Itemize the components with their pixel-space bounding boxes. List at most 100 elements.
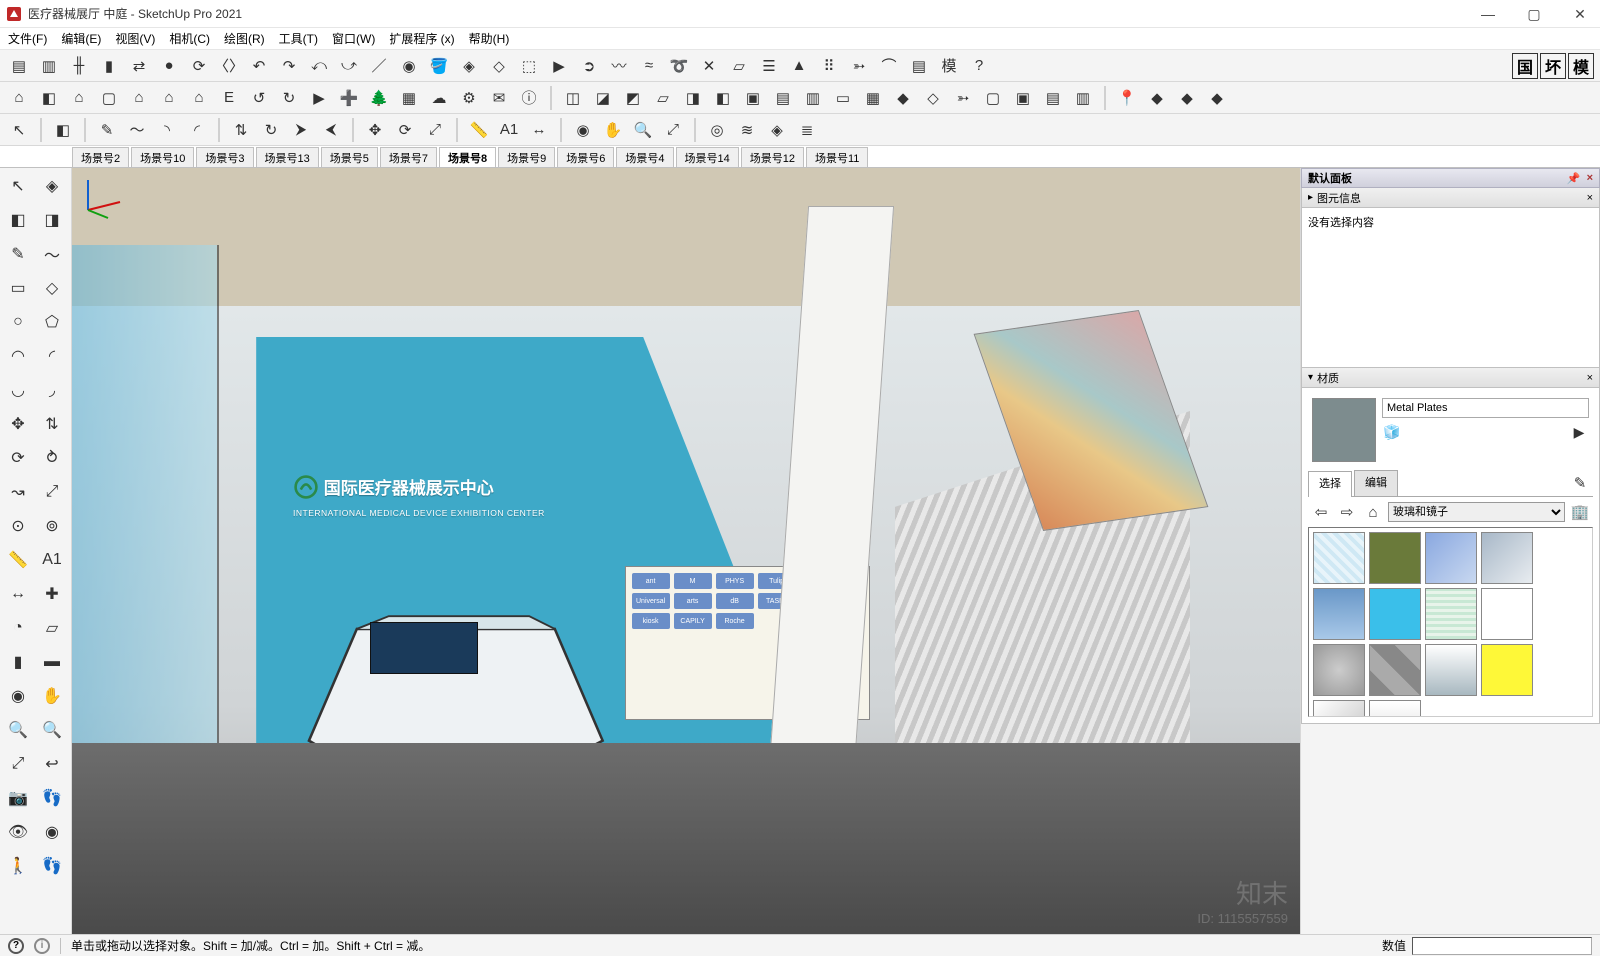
scene-tab[interactable]: 场景号4 — [616, 147, 673, 167]
tree-circle-button[interactable]: 🌲 — [366, 85, 392, 111]
look2-button[interactable]: ◉ — [36, 816, 68, 848]
material-swatch[interactable] — [1425, 644, 1477, 696]
para-button[interactable]: ▱ — [726, 53, 752, 79]
cube-d-button[interactable]: ▣ — [740, 85, 766, 111]
undo-button[interactable]: ↶ — [246, 53, 272, 79]
box-cyan-button[interactable]: ◆ — [1144, 85, 1170, 111]
box-iso-button[interactable]: ◧ — [36, 85, 62, 111]
offset2-button[interactable]: ⊚ — [36, 510, 68, 542]
refresh-button[interactable]: ⟳ — [186, 53, 212, 79]
walk2-button[interactable]: 🚶 — [2, 850, 34, 882]
material-swatch[interactable] — [1481, 588, 1533, 640]
help-icon[interactable]: ? — [8, 938, 24, 954]
menu-c[interactable]: 相机(C) — [169, 30, 210, 47]
material-swatch[interactable] — [1369, 644, 1421, 696]
tray-pin-icon[interactable]: 📌 — [1567, 172, 1581, 185]
scene-tab[interactable]: 场景号3 — [196, 147, 253, 167]
rotate-button[interactable]: ⟳ — [392, 117, 418, 143]
squiggle-button[interactable]: 〰 — [606, 53, 632, 79]
section-button[interactable]: ▮ — [2, 646, 34, 678]
rotate-button[interactable]: ⟳ — [2, 442, 34, 474]
measurement-input[interactable] — [1412, 937, 1592, 955]
box-teal-button[interactable]: ◆ — [1204, 85, 1230, 111]
pushpull-button[interactable]: ⇅ — [228, 117, 254, 143]
scale-button[interactable]: ⤢ — [422, 117, 448, 143]
menu-r[interactable]: 绘图(R) — [224, 30, 265, 47]
text-button[interactable]: A1 — [36, 544, 68, 576]
axes-button[interactable]: ✚ — [36, 578, 68, 610]
compass-button[interactable]: ➳ — [950, 85, 976, 111]
cube-b-button[interactable]: ◨ — [680, 85, 706, 111]
enscape-button[interactable]: E — [216, 85, 242, 111]
tray-close-icon[interactable]: × — [1587, 172, 1593, 184]
mirror-button[interactable]: ▲ — [786, 53, 812, 79]
material-swatch[interactable] — [1369, 700, 1421, 717]
protractor-button[interactable]: ◔ — [2, 612, 34, 644]
docs-button[interactable]: ▤ — [906, 53, 932, 79]
rotate-cw-button[interactable]: ↻ — [276, 85, 302, 111]
material-swatch[interactable] — [1313, 700, 1365, 717]
cube-out-button[interactable]: ⬚ — [516, 53, 542, 79]
line-button[interactable]: ／ — [366, 53, 392, 79]
material-preview-swatch[interactable] — [1312, 398, 1376, 462]
zoom-window-button[interactable]: 🔍 — [36, 714, 68, 746]
arc-r-button[interactable]: ⤻ — [336, 53, 362, 79]
arc4-button[interactable]: ◞ — [36, 374, 68, 406]
box-outline-button[interactable]: ▢ — [96, 85, 122, 111]
materials-header[interactable]: ▾ 材质 × — [1301, 368, 1600, 388]
fill-bucket-button[interactable]: 🪣 — [426, 53, 452, 79]
enscape-d-button[interactable]: ≣ — [794, 117, 820, 143]
pin-button[interactable]: 📍 — [1114, 85, 1140, 111]
material-swatch[interactable] — [1313, 644, 1365, 696]
gear-circle-button[interactable]: ⚙ — [456, 85, 482, 111]
scene-tab[interactable]: 场景号6 — [557, 147, 614, 167]
move-button[interactable]: ✥ — [2, 408, 34, 440]
circle-play-button[interactable]: ▶ — [546, 53, 572, 79]
orbit-button[interactable]: ◉ — [396, 53, 422, 79]
scene-tab[interactable]: 场景号9 — [498, 147, 555, 167]
scene-tab[interactable]: 场景号13 — [256, 147, 319, 167]
stairs-button[interactable]: ╫ — [66, 53, 92, 79]
arc2-button[interactable]: ◜ — [36, 340, 68, 372]
house-empty-button[interactable]: ⌂ — [156, 85, 182, 111]
material-nav-home-icon[interactable]: ⌂ — [1362, 501, 1384, 523]
rect-rot-button[interactable]: ◇ — [36, 272, 68, 304]
rotate-red-button[interactable]: ↻ — [258, 117, 284, 143]
free-button[interactable]: 〜 — [36, 238, 68, 270]
zoom-ext-button[interactable]: ⤢ — [2, 748, 34, 780]
tape-button[interactable]: 📏 — [466, 117, 492, 143]
arc-l-button[interactable]: ⤺ — [306, 53, 332, 79]
camera-button[interactable]: 📷 — [2, 782, 34, 814]
enscape-b-button[interactable]: ≋ — [734, 117, 760, 143]
plus-circle-button[interactable]: ➕ — [336, 85, 362, 111]
cube-f-button[interactable]: ▥ — [800, 85, 826, 111]
eraser2-button[interactable]: ◨ — [36, 204, 68, 236]
material-swatch[interactable] — [1369, 532, 1421, 584]
text-button[interactable]: A1 — [496, 117, 522, 143]
grid-button[interactable]: ▦ — [860, 85, 886, 111]
enscape-play-button[interactable]: ▶ — [306, 85, 332, 111]
house-iso-button[interactable]: ⌂ — [6, 85, 32, 111]
material-nav-back[interactable]: ⇦ — [1310, 501, 1332, 523]
box-j-button[interactable]: ▥ — [1070, 85, 1096, 111]
mail-button[interactable]: ✉ — [486, 85, 512, 111]
pan-button[interactable]: ✋ — [36, 680, 68, 712]
menu-f[interactable]: 文件(F) — [8, 30, 47, 47]
scene-tab[interactable]: 场景号11 — [806, 147, 868, 167]
pointer-button[interactable]: ↖ — [2, 170, 34, 202]
dim-button[interactable]: ↔ — [526, 117, 552, 143]
feet-button[interactable]: 👣 — [36, 850, 68, 882]
scene-tab[interactable]: 场景号7 — [380, 147, 437, 167]
materials-close-icon[interactable]: × — [1587, 372, 1593, 384]
collapse-arrow-icon[interactable]: ▾ — [1308, 372, 1313, 383]
plane-button[interactable]: ▱ — [36, 612, 68, 644]
material-nav-forward[interactable]: ⇨ — [1336, 501, 1358, 523]
redo-button[interactable]: ↷ — [276, 53, 302, 79]
circle-button[interactable]: ○ — [2, 306, 34, 338]
rect-button[interactable]: ▭ — [2, 272, 34, 304]
scene-tab[interactable]: 场景号12 — [741, 147, 804, 167]
box-a-button[interactable]: ◫ — [560, 85, 586, 111]
material-swatch[interactable] — [1481, 644, 1533, 696]
eraser-pink-button[interactable]: ◧ — [50, 117, 76, 143]
info-icon[interactable]: i — [34, 938, 50, 954]
